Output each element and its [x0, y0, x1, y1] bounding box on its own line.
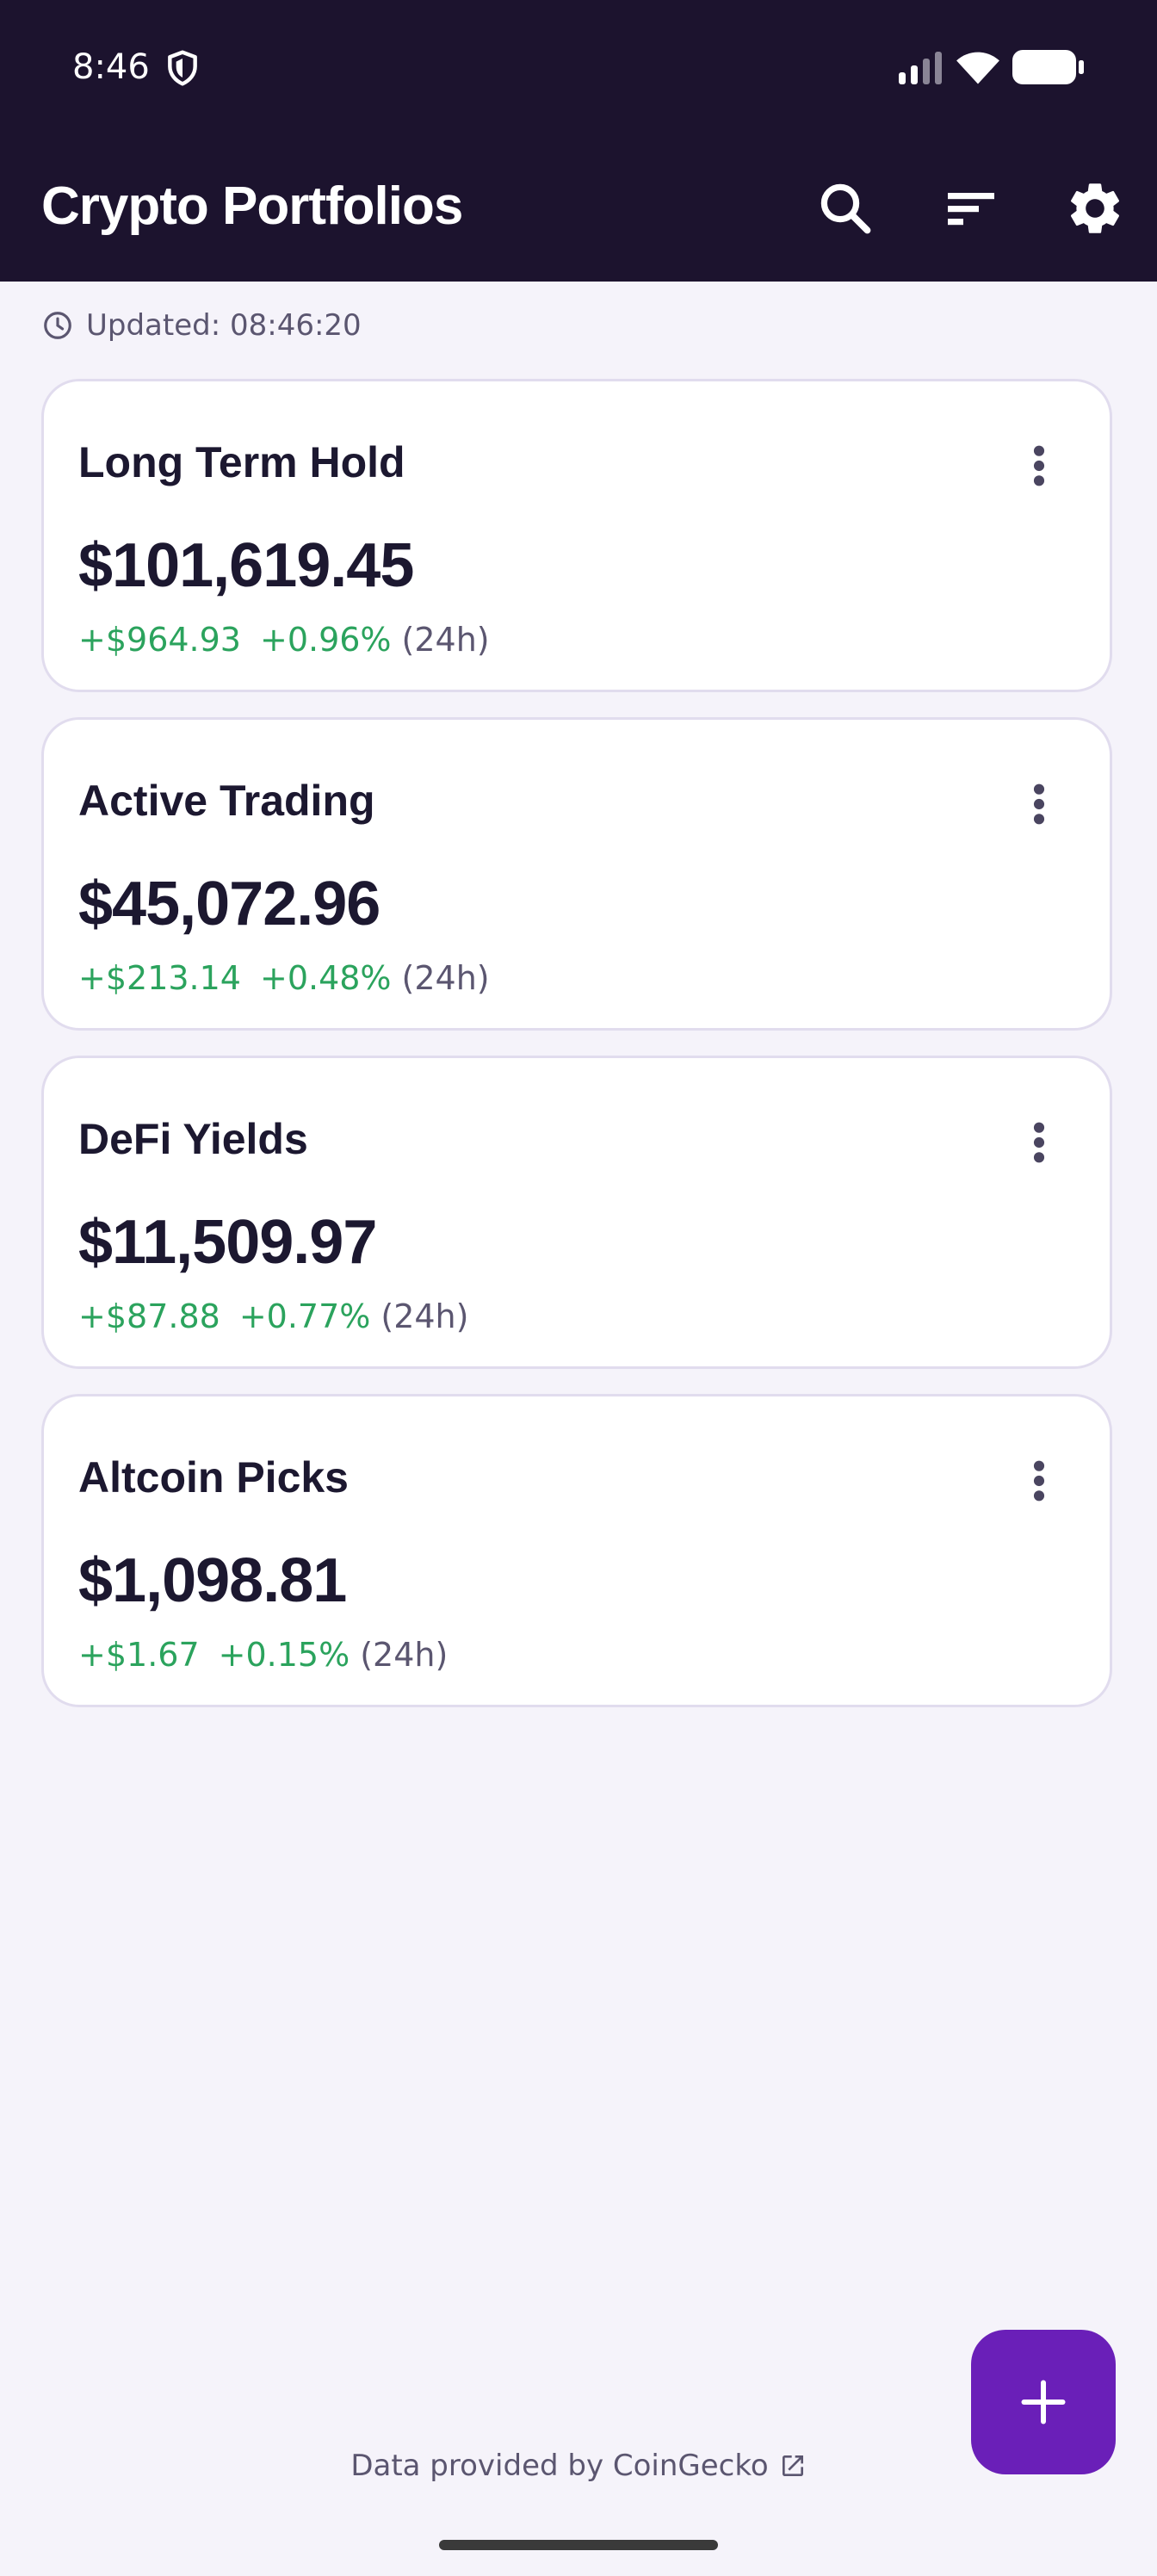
- portfolio-value: $45,072.96: [78, 870, 381, 938]
- portfolio-change: +$213.14 +0.48% (24h): [78, 957, 490, 999]
- more-vert-icon[interactable]: [1030, 443, 1048, 488]
- external-link-icon: [782, 2455, 803, 2476]
- change-period: (24h): [401, 621, 490, 659]
- portfolio-name: DeFi Yields: [78, 1115, 308, 1163]
- page-title: Crypto Portfolios: [41, 176, 463, 236]
- change-amount: +$87.88: [78, 1297, 220, 1335]
- attribution-text: Data provided by CoinGecko: [350, 2449, 769, 2483]
- settings-icon[interactable]: [1064, 177, 1126, 239]
- portfolio-name: Active Trading: [78, 777, 375, 825]
- change-amount: +$1.67: [78, 1636, 200, 1674]
- updated-text: Updated: 08:46:20: [86, 308, 362, 343]
- portfolio-value: $101,619.45: [78, 531, 414, 600]
- change-percent: +0.96%: [259, 621, 392, 659]
- change-percent: +0.77%: [238, 1297, 371, 1335]
- sort-icon[interactable]: [940, 177, 1002, 239]
- change-period: (24h): [401, 959, 490, 997]
- clock-icon: [44, 312, 71, 339]
- portfolio-name: Long Term Hold: [78, 438, 405, 486]
- portfolio-name: Altcoin Picks: [78, 1453, 349, 1502]
- portfolio-card[interactable]: Active Trading $45,072.96 +$213.14 +0.48%…: [41, 717, 1112, 1031]
- status-time: 8:46: [72, 47, 150, 87]
- change-amount: +$213.14: [78, 959, 241, 997]
- plus-icon: [1021, 2380, 1066, 2424]
- change-percent: +0.48%: [259, 959, 392, 997]
- shield-icon: [168, 50, 197, 86]
- attribution-link[interactable]: Data provided by CoinGecko: [0, 2445, 1157, 2486]
- change-period: (24h): [360, 1636, 449, 1674]
- change-percent: +0.15%: [218, 1636, 350, 1674]
- change-period: (24h): [381, 1297, 469, 1335]
- portfolio-card[interactable]: Long Term Hold $101,619.45 +$964.93 +0.96…: [41, 379, 1112, 692]
- top-app-area: 8:46 Crypto Portfolios: [0, 0, 1157, 282]
- home-indicator[interactable]: [439, 2540, 718, 2550]
- portfolio-card[interactable]: DeFi Yields $11,509.97 +$87.88 +0.77% (24h…: [41, 1056, 1112, 1369]
- more-vert-icon[interactable]: [1030, 782, 1048, 827]
- portfolio-change: +$964.93 +0.96% (24h): [78, 619, 490, 660]
- portfolio-value: $11,509.97: [78, 1208, 377, 1277]
- updated-timestamp: Updated: 08:46:20: [41, 305, 362, 346]
- status-bar: 8:46: [0, 0, 1157, 138]
- change-amount: +$964.93: [78, 621, 241, 659]
- wifi-icon: [956, 52, 999, 84]
- signal-icon: [899, 52, 942, 84]
- portfolio-value: $1,098.81: [78, 1546, 347, 1615]
- portfolio-card[interactable]: Altcoin Picks $1,098.81 +$1.67 +0.15% (24h…: [41, 1394, 1112, 1707]
- screen: 8:46 Crypto Portfolios Updated: 08:46:20…: [0, 0, 1157, 2576]
- more-vert-icon[interactable]: [1030, 1458, 1048, 1503]
- more-vert-icon[interactable]: [1030, 1120, 1048, 1165]
- portfolio-change: +$87.88 +0.77% (24h): [78, 1296, 468, 1337]
- portfolio-change: +$1.67 +0.15% (24h): [78, 1634, 448, 1675]
- search-icon[interactable]: [814, 177, 876, 239]
- battery-icon: [1012, 50, 1084, 84]
